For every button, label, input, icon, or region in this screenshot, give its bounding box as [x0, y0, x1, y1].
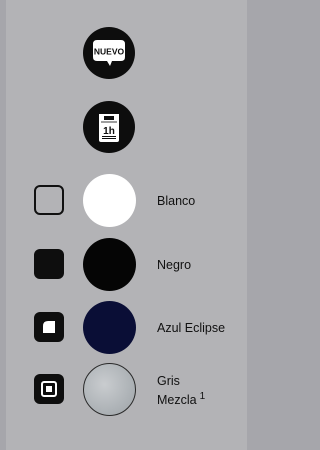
square-mark-icon — [41, 381, 57, 397]
one-hour-tag-icon: 1h — [83, 101, 135, 153]
color-swatch-negro[interactable] — [83, 238, 136, 291]
footnote-marker: 1 — [199, 391, 206, 402]
color-label-blanco: Blanco — [157, 194, 196, 208]
tag-icon: 1h — [99, 114, 119, 142]
checkbox-gris-mezcla[interactable] — [34, 374, 64, 404]
color-swatch-azul-eclipse[interactable] — [83, 301, 136, 354]
one-hour-tag-text: 1h — [103, 126, 115, 137]
color-swatch-blanco[interactable] — [83, 174, 136, 227]
color-label-gris-line2: Mezcla 1 — [157, 389, 229, 408]
checkbox-blanco[interactable] — [34, 185, 64, 215]
color-label-gris-mezcla: Gris Mezcla 1 — [157, 373, 229, 408]
color-label-gris-mezcla-text: Mezcla — [157, 393, 197, 407]
checkbox-azul-eclipse[interactable] — [34, 312, 64, 342]
speech-bubble-icon: NUEVO — [93, 40, 125, 66]
nuevo-badge-icon: NUEVO — [83, 27, 135, 79]
color-label-gris-line1: Gris — [157, 374, 180, 388]
color-swatch-gris-mezcla[interactable] — [83, 363, 136, 416]
color-option-azul-eclipse[interactable]: Azul Eclipse — [0, 301, 247, 354]
color-option-blanco[interactable]: Blanco — [0, 174, 247, 227]
nuevo-badge-text: NUEVO — [94, 47, 125, 57]
color-label-azul-eclipse: Azul Eclipse — [157, 321, 226, 335]
corner-mark-icon — [43, 321, 55, 333]
color-label-negro: Negro — [157, 258, 192, 272]
checkbox-negro[interactable] — [34, 249, 64, 279]
color-option-gris-mezcla[interactable]: Gris Mezcla 1 — [0, 363, 247, 416]
color-option-negro[interactable]: Negro — [0, 238, 247, 291]
